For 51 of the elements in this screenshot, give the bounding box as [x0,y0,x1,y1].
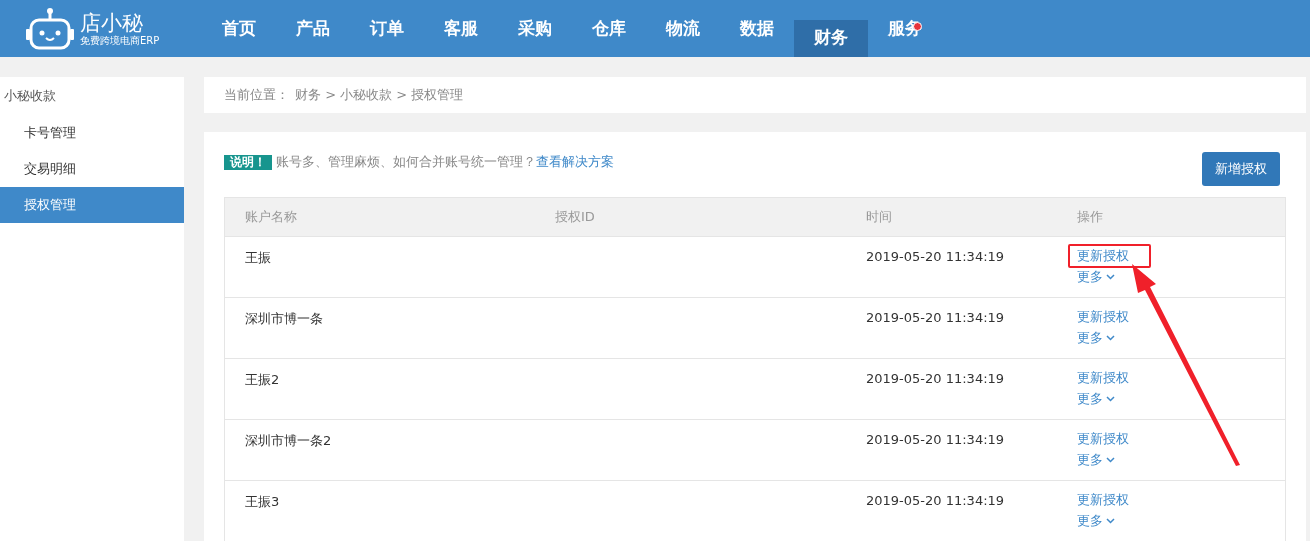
chevron-down-icon [1106,335,1115,341]
nav-tab[interactable]: 物流 [646,0,720,57]
table-cell-text: 深圳市博一条2 [245,432,333,450]
column-header: 操作 [1077,208,1104,226]
more-dropdown[interactable]: 更多 [1077,329,1115,347]
logo-name: 店小秘 [80,10,144,35]
chevron-down-icon [1106,396,1115,402]
table-cell-text: 王振2 [245,371,281,389]
table-cell-text: 2019-05-20 11:34:19 [866,431,1006,447]
more-dropdown[interactable]: 更多 [1077,268,1115,286]
more-dropdown[interactable]: 更多 [1077,390,1115,408]
more-dropdown[interactable]: 更多 [1077,512,1115,530]
more-dropdown[interactable]: 更多 [1077,451,1115,469]
sidebar-heading: 小秘收款 [3,87,57,105]
table-cell-text: 深圳市博一条 [245,310,324,328]
nav-tab[interactable]: 客服 [424,0,498,57]
chevron-down-icon [1106,457,1115,463]
update-link[interactable]: 更新授权 [1068,366,1151,390]
update-link[interactable]: 更新授权 [1068,244,1151,268]
nav-tab[interactable]: 财务 [794,20,868,57]
nav-tab[interactable]: 订单 [350,0,424,57]
table-cell-text: 2019-05-20 11:34:19 [866,248,1006,264]
sidebar-item[interactable]: 交易明细 [0,151,184,187]
nav-tab[interactable]: 采购 [498,0,572,57]
notice-text: 账号多、管理麻烦、如何合并账号统一管理？查看解决方案 [276,153,614,171]
update-link[interactable]: 更新授权 [1068,488,1151,512]
logo-tagline: 免费跨境电商ERP [80,34,160,47]
chevron-down-icon [1106,274,1115,280]
update-link[interactable]: 更新授权 [1068,427,1151,451]
table-cell-text: 王振 [245,249,272,267]
table-cell-text: 2019-05-20 11:34:19 [866,309,1006,325]
sidebar-item[interactable]: 授权管理 [0,187,184,223]
robot-logo-icon [24,6,76,51]
chevron-down-icon [1106,518,1115,524]
solution-link[interactable]: 查看解决方案 [536,154,614,169]
table-cell-text: 2019-05-20 11:34:19 [866,492,1006,508]
column-header: 时间 [866,208,893,226]
nav-tab[interactable]: 数据 [720,0,794,57]
column-header: 授权ID [555,208,596,226]
table-cell-text: 2019-05-20 11:34:19 [866,370,1006,386]
breadcrumb-label: 当前位置： [224,86,289,104]
table-cell-text: 王振3 [245,493,281,511]
column-header: 账户名称 [245,208,298,226]
update-link[interactable]: 更新授权 [1068,305,1151,329]
nav-tab[interactable]: 仓库 [572,0,646,57]
notice-tag: 说明！ [224,154,272,170]
breadcrumb-path: 财务 > 小秘收款 > 授权管理 [295,86,464,104]
add-authorization-button[interactable]: 新增授权 [1202,152,1280,186]
nav-tab[interactable]: 首页 [202,0,276,57]
nav-tab[interactable]: 产品 [276,0,350,57]
sidebar-item[interactable]: 卡号管理 [0,115,184,151]
